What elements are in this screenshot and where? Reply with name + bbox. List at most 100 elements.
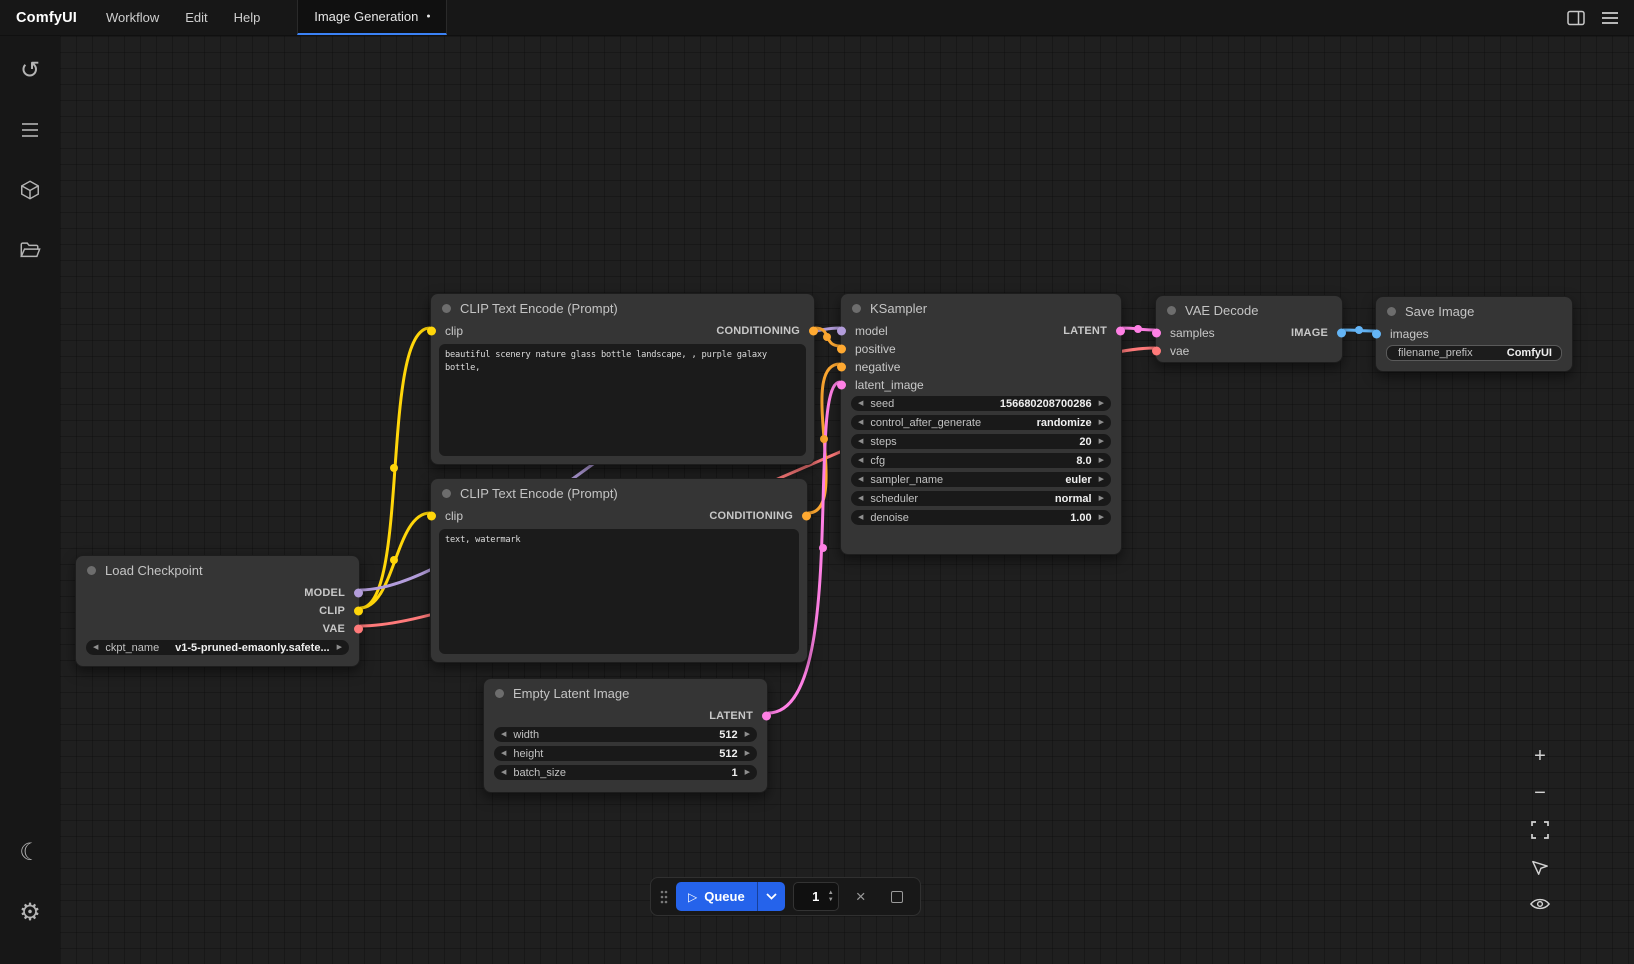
node-header[interactable]: CLIP Text Encode (Prompt) xyxy=(431,479,807,507)
port-vae-output[interactable] xyxy=(354,625,363,634)
widget-width[interactable]: ◀ width 512 ▶ xyxy=(494,727,757,742)
node-load-checkpoint[interactable]: Load Checkpoint MODEL CLIP VAE ◀ ckpt_na… xyxy=(75,555,360,667)
collapse-toggle-icon[interactable] xyxy=(87,566,96,575)
collapse-toggle-icon[interactable] xyxy=(1387,307,1396,316)
port-negative-input[interactable] xyxy=(837,363,846,372)
settings-gear-icon[interactable]: ⚙ xyxy=(8,890,52,934)
decrement-arrow-icon[interactable]: ◀ xyxy=(858,400,863,407)
increment-arrow-icon[interactable]: ▶ xyxy=(1099,514,1104,521)
next-arrow-icon[interactable]: ▶ xyxy=(337,644,342,651)
queue-button[interactable]: ▷ Queue xyxy=(676,889,757,904)
collapse-toggle-icon[interactable] xyxy=(442,304,451,313)
collapse-toggle-icon[interactable] xyxy=(495,689,504,698)
collapse-toggle-icon[interactable] xyxy=(442,489,451,498)
node-header[interactable]: Save Image xyxy=(1376,297,1572,325)
model-library-icon[interactable] xyxy=(8,168,52,212)
drag-handle-icon[interactable] xyxy=(660,889,668,905)
port-clip-output[interactable] xyxy=(354,607,363,616)
queue-history-icon[interactable]: ↺ xyxy=(8,48,52,92)
batch-count-input[interactable]: 1 ▲ ▼ xyxy=(793,882,839,911)
widget-steps[interactable]: ◀ steps 20 ▶ xyxy=(851,434,1111,449)
port-images-input[interactable] xyxy=(1372,330,1381,339)
port-latent-image-input[interactable] xyxy=(837,381,846,390)
port-latent-output[interactable] xyxy=(1116,327,1125,336)
menu-workflow[interactable]: Workflow xyxy=(93,0,172,35)
port-samples-input[interactable] xyxy=(1152,329,1161,338)
port-clip-input[interactable] xyxy=(427,327,436,336)
port-vae-input[interactable] xyxy=(1152,347,1161,356)
prev-arrow-icon[interactable]: ◀ xyxy=(93,644,98,651)
port-conditioning-output[interactable] xyxy=(809,327,818,336)
increment-caret-icon[interactable]: ▲ xyxy=(828,890,834,896)
node-header[interactable]: KSampler xyxy=(841,294,1121,322)
decrement-arrow-icon[interactable]: ◀ xyxy=(501,750,506,757)
node-header[interactable]: Empty Latent Image xyxy=(484,679,767,707)
widget-ckpt-name[interactable]: ◀ ckpt_name v1-5-pruned-emaonly.safete..… xyxy=(86,640,349,655)
increment-arrow-icon[interactable]: ▶ xyxy=(1099,400,1104,407)
widget-sampler-name[interactable]: ◀ sampler_name euler ▶ xyxy=(851,472,1111,487)
next-arrow-icon[interactable]: ▶ xyxy=(1099,419,1104,426)
node-library-icon[interactable] xyxy=(8,108,52,152)
zoom-out-icon[interactable]: − xyxy=(1528,781,1552,805)
port-latent-output[interactable] xyxy=(762,712,771,721)
increment-arrow-icon[interactable]: ▶ xyxy=(745,750,750,757)
decrement-arrow-icon[interactable]: ◀ xyxy=(501,731,506,738)
widget-scheduler[interactable]: ◀ scheduler normal ▶ xyxy=(851,491,1111,506)
toggle-visibility-eye-icon[interactable] xyxy=(1528,892,1552,916)
node-header[interactable]: Load Checkpoint xyxy=(76,556,359,584)
collapse-toggle-icon[interactable] xyxy=(852,304,861,313)
node-vae-decode[interactable]: VAE Decode samples IMAGE vae xyxy=(1155,295,1343,363)
next-arrow-icon[interactable]: ▶ xyxy=(1099,495,1104,502)
node-ksampler[interactable]: KSampler model LATENT positive negative … xyxy=(840,293,1122,555)
widget-filename-prefix[interactable]: filename_prefix ComfyUI xyxy=(1386,345,1562,361)
decrement-arrow-icon[interactable]: ◀ xyxy=(858,438,863,445)
collapse-toggle-icon[interactable] xyxy=(1167,306,1176,315)
clear-queue-icon[interactable]: × xyxy=(847,883,875,911)
select-mode-cursor-icon[interactable] xyxy=(1528,855,1552,879)
toggle-panel-icon[interactable] xyxy=(1562,5,1590,31)
port-model-input[interactable] xyxy=(837,327,846,336)
zoom-in-icon[interactable]: + xyxy=(1528,744,1552,768)
app-logo[interactable]: ComfyUI xyxy=(0,0,93,35)
workflows-folder-icon[interactable] xyxy=(8,228,52,272)
node-header[interactable]: VAE Decode xyxy=(1156,296,1342,324)
port-conditioning-output[interactable] xyxy=(802,512,811,521)
node-empty-latent-image[interactable]: Empty Latent Image LATENT ◀ width 512 ▶ … xyxy=(483,678,768,793)
port-model-output[interactable] xyxy=(354,589,363,598)
tab-image-generation[interactable]: Image Generation ● xyxy=(297,0,447,35)
decrement-arrow-icon[interactable]: ◀ xyxy=(858,514,863,521)
menu-help[interactable]: Help xyxy=(221,0,274,35)
widget-control-after-generate[interactable]: ◀ control_after_generate randomize ▶ xyxy=(851,415,1111,430)
hamburger-menu-icon[interactable] xyxy=(1596,5,1624,31)
node-graph-canvas[interactable]: Load Checkpoint MODEL CLIP VAE ◀ ckpt_na… xyxy=(60,36,1634,964)
increment-arrow-icon[interactable]: ▶ xyxy=(745,769,750,776)
port-positive-input[interactable] xyxy=(837,345,846,354)
increment-arrow-icon[interactable]: ▶ xyxy=(1099,457,1104,464)
increment-arrow-icon[interactable]: ▶ xyxy=(1099,438,1104,445)
queue-options-chevron-icon[interactable] xyxy=(758,882,785,911)
theme-toggle-moon-icon[interactable]: ☾ xyxy=(8,830,52,874)
next-arrow-icon[interactable]: ▶ xyxy=(1099,476,1104,483)
menu-edit[interactable]: Edit xyxy=(172,0,220,35)
node-clip-text-encode-negative[interactable]: CLIP Text Encode (Prompt) clip CONDITION… xyxy=(430,478,808,663)
decrement-arrow-icon[interactable]: ◀ xyxy=(501,769,506,776)
widget-cfg[interactable]: ◀ cfg 8.0 ▶ xyxy=(851,453,1111,468)
widget-height[interactable]: ◀ height 512 ▶ xyxy=(494,746,757,761)
prev-arrow-icon[interactable]: ◀ xyxy=(858,419,863,426)
prompt-textarea[interactable]: text, watermark xyxy=(439,529,799,654)
decrement-caret-icon[interactable]: ▼ xyxy=(828,897,834,903)
node-clip-text-encode-positive[interactable]: CLIP Text Encode (Prompt) clip CONDITION… xyxy=(430,293,815,465)
stop-icon[interactable] xyxy=(883,883,911,911)
widget-batch-size[interactable]: ◀ batch_size 1 ▶ xyxy=(494,765,757,780)
node-header[interactable]: CLIP Text Encode (Prompt) xyxy=(431,294,814,322)
fit-view-icon[interactable] xyxy=(1528,818,1552,842)
decrement-arrow-icon[interactable]: ◀ xyxy=(858,457,863,464)
widget-denoise[interactable]: ◀ denoise 1.00 ▶ xyxy=(851,510,1111,525)
prev-arrow-icon[interactable]: ◀ xyxy=(858,476,863,483)
prev-arrow-icon[interactable]: ◀ xyxy=(858,495,863,502)
increment-arrow-icon[interactable]: ▶ xyxy=(745,731,750,738)
port-clip-input[interactable] xyxy=(427,512,436,521)
widget-seed[interactable]: ◀ seed 156680208700286 ▶ xyxy=(851,396,1111,411)
prompt-textarea[interactable]: beautiful scenery nature glass bottle la… xyxy=(439,344,806,456)
node-save-image[interactable]: Save Image images filename_prefix ComfyU… xyxy=(1375,296,1573,372)
